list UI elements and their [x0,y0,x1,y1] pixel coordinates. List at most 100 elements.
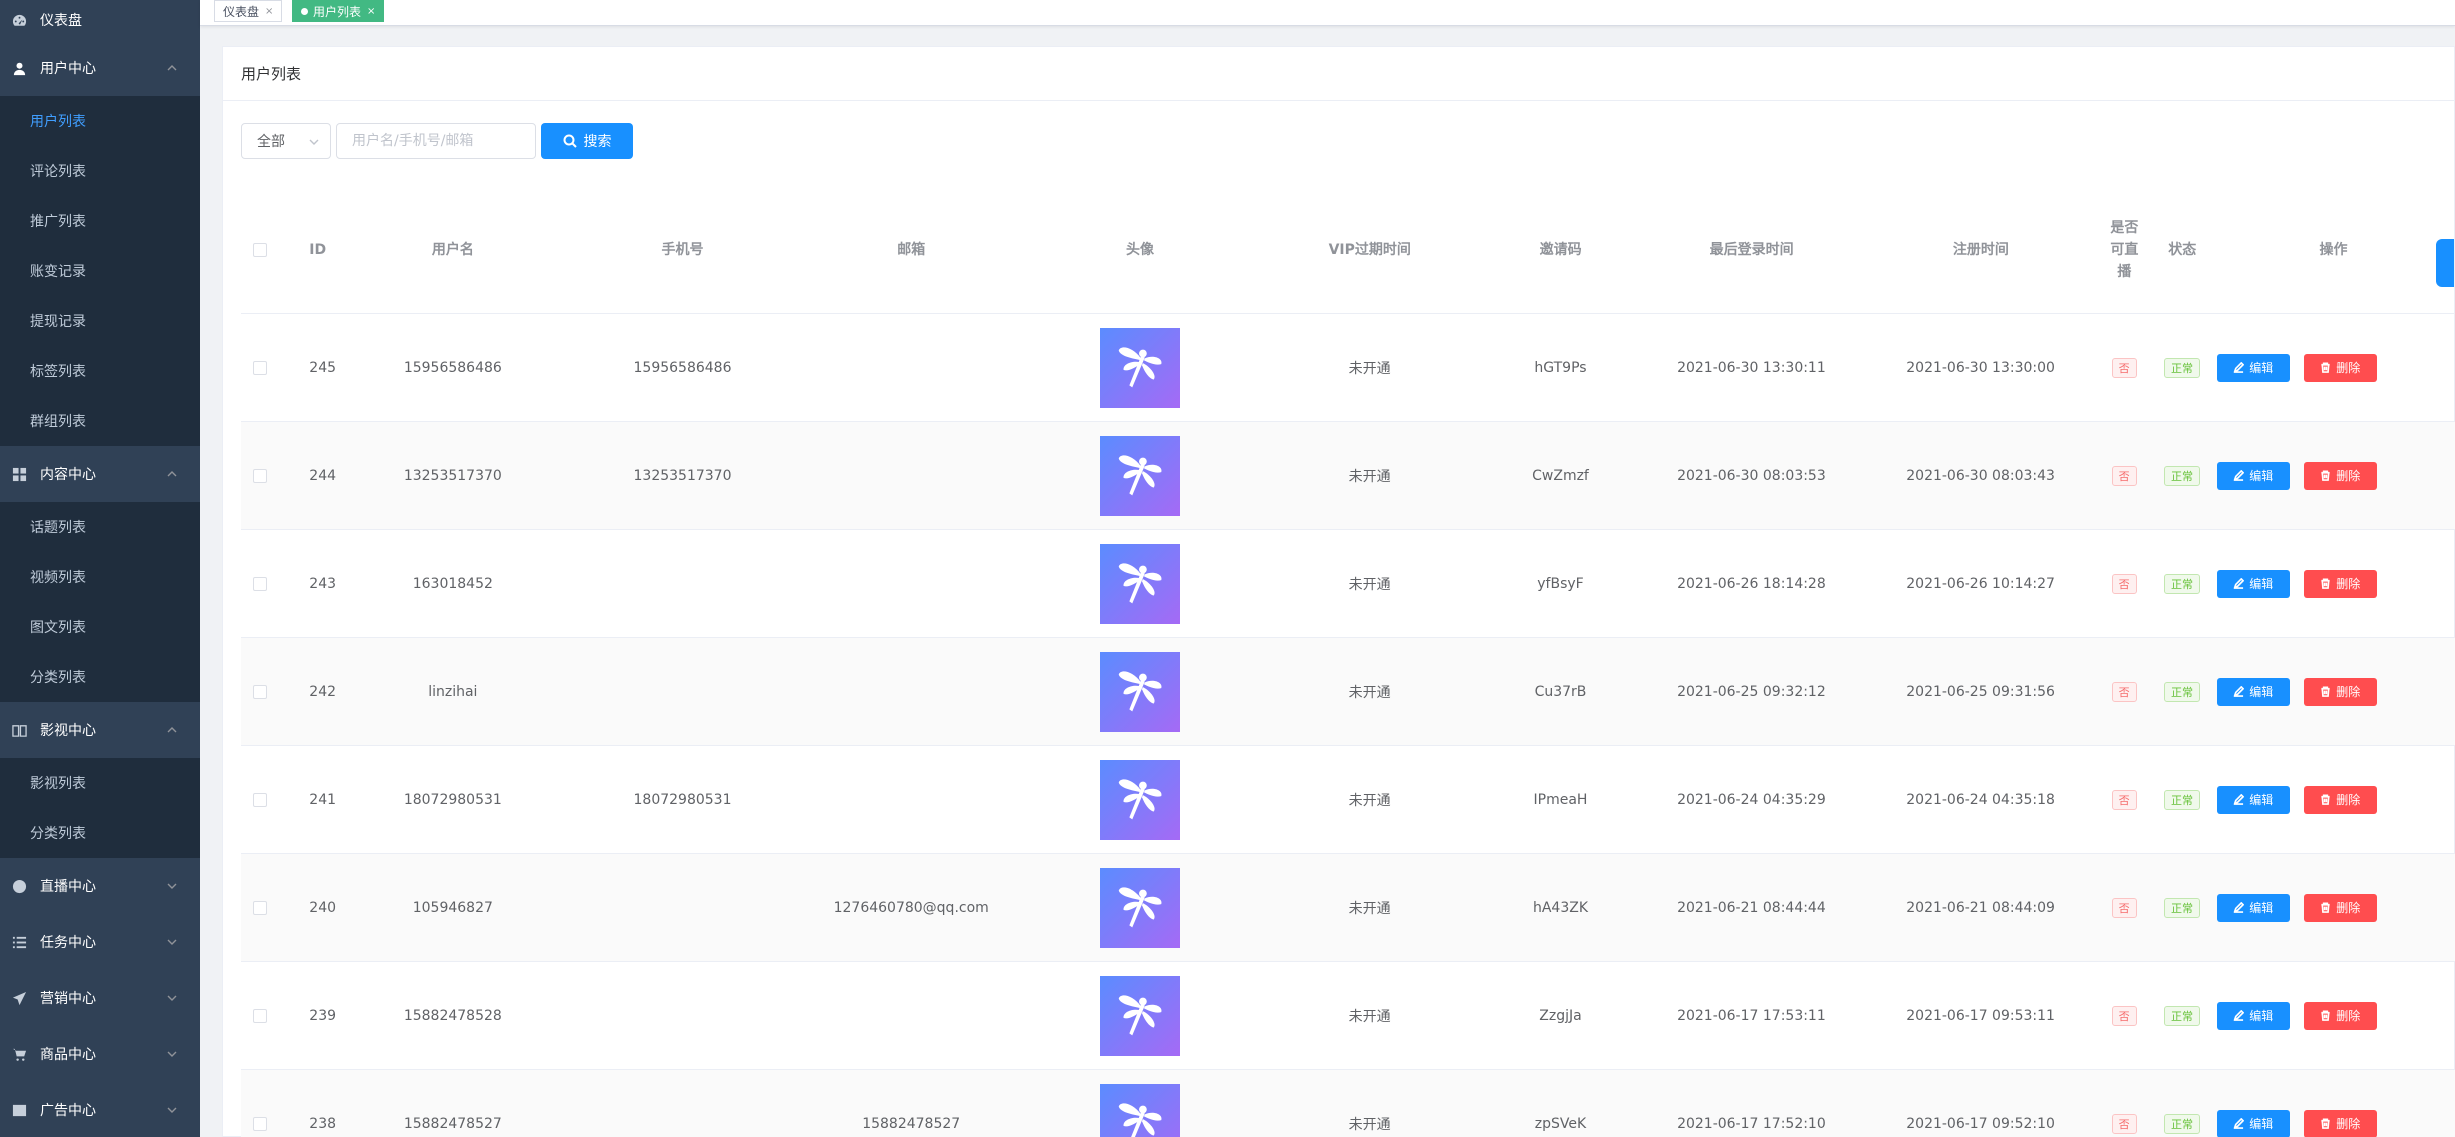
sidebar-group-label: 影视中心 [40,723,96,739]
edit-button[interactable]: 编辑 [2216,785,2290,814]
sidebar-item-video-list[interactable]: 视频列表 [0,552,200,602]
row-checkbox[interactable] [253,900,268,915]
delete-button[interactable]: 删除 [2303,353,2377,382]
chevron-up-icon [166,724,178,736]
edit-icon [2233,902,2245,913]
cell-register-time: 2021-06-25 09:31:56 [1906,683,2055,700]
delete-button-label: 删除 [2336,901,2361,915]
cell-username: 15882478527 [403,1115,502,1132]
header-can-live: 是否 可直 播 [2095,186,2153,313]
trash-icon [2321,1010,2330,1021]
page-title: 用户列表 [223,47,2454,101]
close-icon[interactable]: × [265,6,273,17]
row-checkbox[interactable] [253,684,268,699]
edit-button-label: 编辑 [2249,469,2274,483]
can-live-badge: 否 [2111,1005,2137,1026]
header-id[interactable]: ID [279,186,338,313]
avatar[interactable] [1099,975,1180,1056]
sidebar-item-category-list[interactable]: 分类列表 [0,652,200,702]
avatar[interactable] [1099,543,1180,624]
dragonfly-icon [1118,562,1162,603]
row-checkbox[interactable] [253,1116,268,1131]
cell-invite-code: CwZmzf [1532,467,1589,484]
edit-icon [2233,362,2245,373]
search-button[interactable]: 搜索 [541,123,633,159]
cell-invite-code: hA43ZK [1532,899,1589,916]
sidebar-item-promotion-list[interactable]: 推广列表 [0,196,200,246]
edit-button-label: 编辑 [2249,577,2274,591]
delete-button[interactable]: 删除 [2303,1109,2377,1137]
row-checkbox[interactable] [253,792,268,807]
sidebar-group-task-center[interactable]: 任务中心 [0,914,200,970]
delete-button[interactable]: 删除 [2303,785,2377,814]
header-can-live-line: 播 [2117,263,2132,280]
sidebar-group-movie-center[interactable]: 影视中心 [0,702,200,758]
delete-button[interactable]: 删除 [2303,1001,2377,1030]
edit-button-label: 编辑 [2249,1009,2274,1023]
dashboard-icon [10,11,28,29]
row-checkbox[interactable] [253,1008,268,1023]
avatar[interactable] [1099,1083,1180,1137]
table-row: 238 15882478527 15882478527 未开通 zpSVeK 2… [241,1070,2455,1137]
avatar[interactable] [1099,435,1180,516]
search-input[interactable] [336,123,536,159]
row-checkbox[interactable] [253,576,268,591]
cell-operations: 编辑 删除 [2211,422,2455,529]
avatar[interactable] [1099,327,1180,408]
edit-button[interactable]: 编辑 [2216,677,2290,706]
sidebar-group-content-center[interactable]: 内容中心 [0,446,200,502]
row-select-cell [241,962,279,1069]
sidebar-group-live-center[interactable]: 直播中心 [0,858,200,914]
settings-drawer-button[interactable] [2436,239,2454,287]
header-invite-code: 邀请码 [1539,241,1582,258]
sidebar-item-group-list[interactable]: 群组列表 [0,396,200,446]
type-select[interactable]: 全部 [241,123,331,159]
header-vip-expire: VIP过期时间 [1328,241,1411,258]
sidebar-item-article-list[interactable]: 图文列表 [0,602,200,652]
sidebar-group-ad-center[interactable]: 广告中心 [0,1082,200,1137]
sidebar-group-goods-center[interactable]: 商品中心 [0,1026,200,1082]
tag-dashboard[interactable]: 仪表盘 × [214,0,283,22]
sidebar-item-movie-list[interactable]: 影视列表 [0,758,200,808]
sidebar-item-user-list[interactable]: 用户列表 [0,96,200,146]
delete-button[interactable]: 删除 [2303,461,2377,490]
sidebar-item-movie-category-list[interactable]: 分类列表 [0,808,200,858]
dragonfly-icon [1118,454,1162,495]
avatar[interactable] [1099,759,1180,840]
sidebar-item-dashboard[interactable]: 仪表盘 [0,0,200,40]
sidebar-item-comment-list[interactable]: 评论列表 [0,146,200,196]
table-row: 240 105946827 1276460780@qq.com 未开通 hA43… [241,854,2455,962]
delete-button[interactable]: 删除 [2303,893,2377,922]
tag-user-list[interactable]: 用户列表 × [292,0,385,22]
delete-button[interactable]: 删除 [2303,569,2377,598]
edit-button[interactable]: 编辑 [2216,353,2290,382]
sidebar-item-withdraw-log[interactable]: 提现记录 [0,296,200,346]
header-avatar: 头像 [1126,241,1155,258]
header-status: 状态 [2168,241,2197,258]
sidebar-group-marketing-center[interactable]: 营销中心 [0,970,200,1026]
row-checkbox[interactable] [253,468,268,483]
avatar[interactable] [1099,867,1180,948]
edit-button[interactable]: 编辑 [2216,1109,2290,1137]
sidebar-item-tag-list[interactable]: 标签列表 [0,346,200,396]
sidebar-item-topic-list[interactable]: 话题列表 [0,502,200,552]
cell-can-live: 否 [2095,638,2153,745]
select-all-checkbox[interactable] [253,242,268,257]
delete-button[interactable]: 删除 [2303,677,2377,706]
cell-vip-expire: 未开通 [1348,1116,1391,1133]
edit-button[interactable]: 编辑 [2216,893,2290,922]
cell-operations: 编辑 删除 [2211,962,2455,1069]
row-checkbox[interactable] [253,360,268,375]
dragonfly-icon [1118,994,1162,1035]
header-last-login: 最后登录时间 [1709,241,1794,258]
sidebar-group-user-center[interactable]: 用户中心 [0,40,200,96]
close-icon[interactable]: × [367,6,375,17]
cell-register-time: 2021-06-24 04:35:18 [1906,791,2055,808]
edit-button[interactable]: 编辑 [2216,569,2290,598]
edit-button[interactable]: 编辑 [2216,461,2290,490]
sidebar-item-balance-log[interactable]: 账变记录 [0,246,200,296]
select-all-cell [241,186,279,313]
edit-button[interactable]: 编辑 [2216,1001,2290,1030]
table-body: 245 15956586486 15956586486 未开通 hGT9Ps 2… [241,314,2455,1137]
avatar[interactable] [1099,651,1180,732]
